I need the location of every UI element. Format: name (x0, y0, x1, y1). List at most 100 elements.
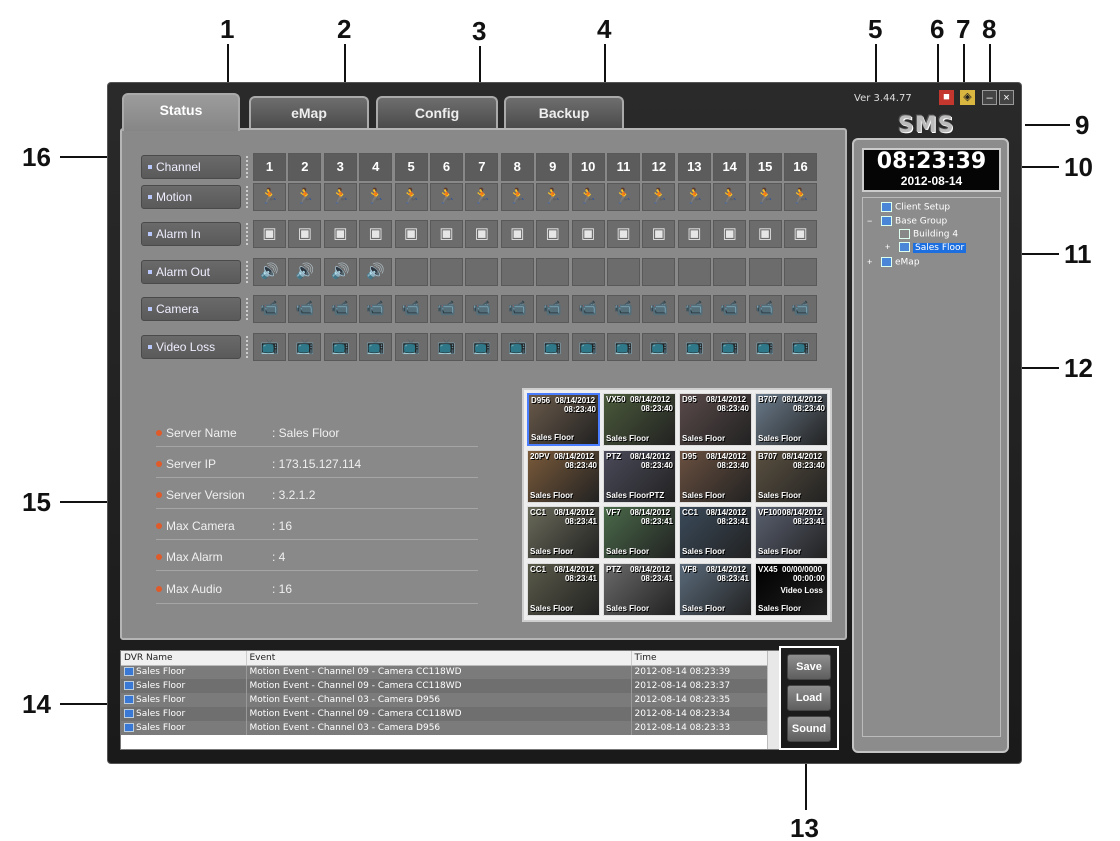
motion-cell[interactable]: 🏃 (288, 183, 322, 211)
alarm-in-cell[interactable]: ▣ (713, 220, 747, 248)
motion-cell[interactable]: 🏃 (253, 183, 286, 211)
motion-cell[interactable]: 🏃 (642, 183, 676, 211)
video-tile[interactable]: VX45 00:00:00 Sales Floor 00/00/0000 Video L… (755, 562, 828, 616)
alarm-in-cell[interactable]: ▣ (784, 220, 817, 248)
motion-cell[interactable]: 🏃 (465, 183, 499, 211)
alarm-in-cell[interactable]: ▣ (536, 220, 570, 248)
alarm-in-cell[interactable]: ▣ (642, 220, 676, 248)
video-tile[interactable]: VX50 08:23:40 Sales Floor 08/14/2012 (603, 393, 676, 446)
expand-icon[interactable]: + (867, 257, 872, 267)
alarm-out-cell[interactable] (571, 258, 605, 286)
tree-item-base-group[interactable]: Base Group (881, 216, 947, 227)
save-button[interactable]: Save (787, 654, 831, 680)
video-tile[interactable]: VF8 08:23:41 Sales Floor 08/14/2012 (679, 562, 752, 616)
motion-cell[interactable]: 🏃 (394, 183, 428, 211)
camera-cell[interactable]: 📹 (677, 295, 711, 323)
video-preview-grid[interactable]: D956 08:23:40 Sales Floor 08/14/2012 VX50 08:… (522, 388, 832, 622)
alarm-out-cell[interactable] (394, 258, 428, 286)
alarm-in-cell[interactable]: ▣ (607, 220, 640, 248)
video-loss-cell[interactable]: 📺 (748, 333, 782, 361)
video-loss-cell[interactable]: 📺 (500, 333, 534, 361)
alarm-out-cell[interactable]: 🔊 (323, 258, 357, 286)
video-tile[interactable]: D95 08:23:40 Sales Floor 08/14/2012 (679, 449, 752, 503)
video-tile[interactable]: PTZ 08:23:40 Sales FloorPTZ 08/14/2012 (603, 449, 676, 503)
alarm-out-cell[interactable] (677, 258, 711, 286)
alarm-out-cell[interactable]: 🔊 (253, 258, 286, 286)
video-loss-cell[interactable]: 📺 (607, 333, 640, 361)
alarm-in-cell[interactable]: ▣ (430, 220, 463, 248)
alarm-in-cell[interactable]: ▣ (465, 220, 499, 248)
alarm-in-cell[interactable]: ▣ (394, 220, 428, 248)
video-tile[interactable]: B707 08:23:40 Sales Floor 08/14/2012 (755, 393, 828, 446)
video-loss-cell[interactable]: 📺 (642, 333, 676, 361)
camera-cell[interactable]: 📹 (642, 295, 676, 323)
video-tile[interactable]: CC1 08:23:41 Sales Floor 08/14/2012 (679, 506, 752, 559)
alarm-out-cell[interactable]: 🔊 (288, 258, 322, 286)
camera-cell[interactable]: 📹 (607, 295, 640, 323)
alarm-in-cell[interactable]: ▣ (748, 220, 782, 248)
video-loss-cell[interactable]: 📺 (288, 333, 322, 361)
alarm-out-cell[interactable] (536, 258, 570, 286)
alarm-in-cell[interactable]: ▣ (323, 220, 357, 248)
event-log-row[interactable]: Sales Floor Motion Event - Channel 03 - C… (121, 693, 769, 707)
camera-cell[interactable]: 📹 (536, 295, 570, 323)
expand-icon[interactable]: + (885, 242, 890, 252)
video-loss-cell[interactable]: 📺 (465, 333, 499, 361)
video-loss-cell[interactable]: 📺 (571, 333, 605, 361)
camera-cell[interactable]: 📹 (394, 295, 428, 323)
column-header-time[interactable]: Time (631, 651, 769, 666)
camera-cell[interactable]: 📹 (500, 295, 534, 323)
lock-icon[interactable]: ◈ (960, 90, 975, 105)
video-loss-cell[interactable]: 📺 (394, 333, 428, 361)
video-loss-cell[interactable]: 📺 (784, 333, 817, 361)
camera-cell[interactable]: 📹 (430, 295, 463, 323)
alarm-in-cell[interactable]: ▣ (288, 220, 322, 248)
motion-cell[interactable]: 🏃 (784, 183, 817, 211)
record-icon[interactable]: ■ (939, 90, 954, 105)
motion-cell[interactable]: 🏃 (607, 183, 640, 211)
video-loss-cell[interactable]: 📺 (713, 333, 747, 361)
tab-backup[interactable]: Backup (504, 96, 624, 128)
motion-cell[interactable]: 🏃 (323, 183, 357, 211)
event-log-row[interactable]: Sales Floor Motion Event - Channel 09 - C… (121, 679, 769, 693)
load-button[interactable]: Load (787, 685, 831, 711)
tab-config[interactable]: Config (376, 96, 498, 128)
video-tile[interactable]: VF100 08:23:41 Sales Floor 08/14/2012 (755, 506, 828, 559)
collapse-icon[interactable]: − (867, 216, 872, 226)
camera-cell[interactable]: 📹 (784, 295, 817, 323)
video-loss-cell[interactable]: 📺 (359, 333, 393, 361)
event-log-scrollbar[interactable] (767, 651, 779, 749)
video-tile[interactable]: D95 08:23:40 Sales Floor 08/14/2012 (679, 393, 752, 446)
camera-cell[interactable]: 📹 (253, 295, 286, 323)
motion-cell[interactable]: 🏃 (359, 183, 393, 211)
alarm-out-cell[interactable] (500, 258, 534, 286)
motion-cell[interactable]: 🏃 (536, 183, 570, 211)
motion-cell[interactable]: 🏃 (677, 183, 711, 211)
motion-cell[interactable]: 🏃 (430, 183, 463, 211)
tree-item-emap[interactable]: eMap (881, 257, 920, 268)
tree-item-sales-floor[interactable]: Sales Floor (899, 242, 967, 253)
video-loss-cell[interactable]: 📺 (253, 333, 286, 361)
alarm-out-cell[interactable] (607, 258, 640, 286)
alarm-out-cell[interactable] (713, 258, 747, 286)
alarm-in-cell[interactable]: ▣ (253, 220, 286, 248)
camera-cell[interactable]: 📹 (465, 295, 499, 323)
video-tile[interactable]: CC1 08:23:41 Sales Floor 08/14/2012 (527, 506, 600, 559)
video-tile[interactable]: B707 08:23:40 Sales Floor 08/14/2012 (755, 449, 828, 503)
video-tile[interactable]: 20PV 08:23:40 Sales Floor 08/14/2012 (527, 449, 600, 503)
tab-status[interactable]: Status (122, 93, 240, 131)
close-icon[interactable]: × (999, 90, 1014, 105)
video-tile[interactable]: PTZ 08:23:41 Sales Floor 08/14/2012 (603, 562, 676, 616)
motion-cell[interactable]: 🏃 (713, 183, 747, 211)
minimize-icon[interactable]: – (982, 90, 997, 105)
tree-item-building[interactable]: Building 4 (899, 229, 958, 240)
event-log-row[interactable]: Sales Floor Motion Event - Channel 03 - C… (121, 721, 769, 735)
alarm-out-cell[interactable] (784, 258, 817, 286)
video-tile[interactable]: CC1 08:23:41 Sales Floor 08/14/2012 (527, 562, 600, 616)
tab-emap[interactable]: eMap (249, 96, 369, 128)
alarm-in-cell[interactable]: ▣ (571, 220, 605, 248)
camera-cell[interactable]: 📹 (571, 295, 605, 323)
camera-cell[interactable]: 📹 (713, 295, 747, 323)
video-loss-cell[interactable]: 📺 (677, 333, 711, 361)
camera-cell[interactable]: 📹 (288, 295, 322, 323)
